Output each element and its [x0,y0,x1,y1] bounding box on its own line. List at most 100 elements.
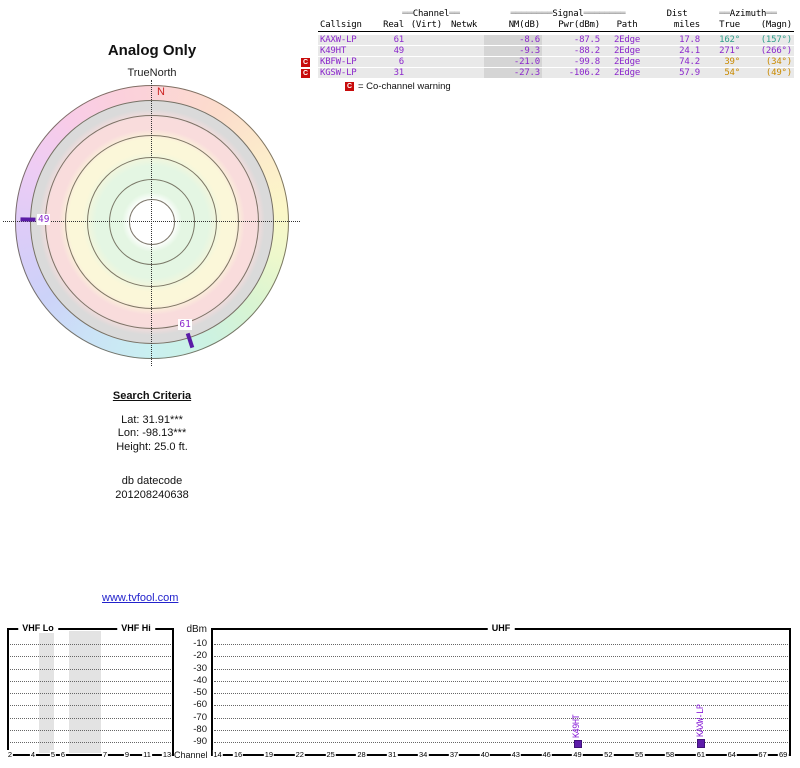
uhf-channel-tick: 69 [778,750,789,759]
radar-marker-tick [19,217,36,222]
cell-pwr: -88.2 [542,45,602,57]
ytick-label: -20 [193,650,207,662]
station-table: ══Channel══ ════════Signal════════ Dist … [318,9,794,79]
cell-path: 2Edge [602,45,652,57]
gridline [214,656,788,658]
spectrum-gap-band [39,631,54,753]
signal-bar-kaxw-lp [697,738,706,748]
longitude-value: Lon: -98.13*** [117,427,187,439]
channel-axis-label: Channel [174,750,210,760]
cell-callsign: KAXW-LP [318,35,378,46]
datecode-block: db datecode 201208240638 [52,475,252,502]
datecode-label: db datecode [121,475,183,487]
cell-magn: (49°) [742,67,794,79]
cell-callsign: KBFW-LP [318,56,378,68]
band-label-uhf: UHF [487,623,515,633]
ytick-label: -10 [193,638,207,649]
cell-virt [406,67,444,79]
cell-path: 2Edge [602,67,652,79]
cell-netwk [444,35,484,46]
uhf-channel-tick: 28 [356,750,367,759]
ytick-label: -50 [193,687,207,698]
radar-title: Analog Only [107,42,197,59]
tvfool-link[interactable]: www.tvfool.com [102,592,178,604]
col-header-real: Real [378,19,406,32]
cell-true: 39° [702,56,742,68]
table-row: KAXW-LP 61 -8.6 -87.5 2Edge 17.8 162° (157°) [318,35,794,46]
cell-real: 61 [378,35,406,46]
cell-miles: 24.1 [652,45,702,57]
cell-netwk [444,56,484,68]
cell-real: 49 [378,45,406,57]
col-header-pwrdbm: Pwr(dBm) [542,19,602,32]
vhf-channel-tick: 9 [123,750,131,759]
group-header-signal: ════════Signal════════ [510,9,626,19]
cell-netwk [444,67,484,79]
cell-path: 2Edge [602,35,652,46]
cell-nm: -9.3 [484,45,542,57]
gridline [10,668,171,670]
vhf-channel-tick: 11 [142,750,152,759]
cell-miles: 57.9 [652,67,702,79]
radar-marker-label: 61 [178,318,192,330]
table-row: K49HT 49 -9.3 -88.2 2Edge 24.1 271° (266°) [318,45,794,57]
gridline [214,644,788,645]
uhf-channel-tick: 61 [695,750,707,759]
uhf-channel-tick: 37 [448,750,460,759]
cell-real: 31 [378,67,406,79]
cell-virt [406,56,444,68]
uhf-channel-tick: 19 [263,750,275,759]
crosshair-vertical [151,80,152,366]
uhf-channel-tick: 25 [325,750,336,759]
cell-miles: 74.2 [652,56,702,68]
cell-true: 271° [702,45,742,57]
gridline [10,717,171,719]
vhf-chart-panel [7,628,174,756]
gridline [214,668,788,670]
uhf-channel-tick: 52 [603,750,614,759]
uhf-channel-tick: 14 [212,750,223,759]
co-channel-row-icon: C [301,69,310,78]
ytick-label: -70 [193,711,207,723]
uhf-channel-tick: 40 [479,750,491,759]
cell-pwr: -99.8 [542,56,602,68]
col-header-nmdb: NM(dB) [484,19,542,32]
gridline [10,656,171,658]
latitude-value: Lat: 31.91*** [121,413,183,426]
ytick-label: -80 [193,723,207,735]
vhf-channel-tick: 2 [6,750,14,759]
cell-virt [406,45,444,57]
col-header-magn: (Magn) [742,19,794,32]
table-group-header-row: ══Channel══ ════════Signal════════ Dist … [318,9,794,19]
uhf-channel-tick: 22 [294,750,305,759]
spectrum-gap-band-fm [69,631,101,753]
gridline [10,680,171,682]
cell-path: 2Edge [602,56,652,68]
vhf-channel-tick: 5 [49,750,57,759]
col-header-virt: (Virt) [406,19,444,32]
cell-miles: 17.8 [652,35,702,46]
ytick-label: -30 [193,662,207,674]
ring-outline [129,199,175,245]
table-row: KGSW-LP 31 -27.3 -106.2 2Edge 57.9 54° (49°) [318,67,794,79]
uhf-channel-tick: 58 [664,750,676,759]
uhf-channel-tick: 16 [232,750,244,759]
cell-pwr: -87.5 [542,35,602,46]
signal-bar-k49ht [573,739,582,748]
col-header-callsign: Callsign [318,19,378,32]
vhf-channel-tick: 7 [101,750,109,759]
cell-real: 6 [378,56,406,68]
uhf-channel-tick: 67 [757,750,768,759]
gridline [214,680,788,682]
uhf-channel-tick: 64 [726,750,737,759]
band-label-vhf-hi: VHF Hi [117,623,155,633]
cell-netwk [444,45,484,57]
cell-true: 162° [702,35,742,46]
col-header-netwk: Netwk [444,19,484,32]
signal-bar-label: K49HT [572,714,583,738]
table-column-header-row: Callsign Real (Virt) Netwk NM(dB) Pwr(dBm) Pat… [318,19,794,32]
gridline [10,729,171,731]
co-channel-legend-text: = Co-channel warning [358,81,451,92]
cell-pwr: -106.2 [542,67,602,79]
cell-magn: (34°) [742,56,794,68]
